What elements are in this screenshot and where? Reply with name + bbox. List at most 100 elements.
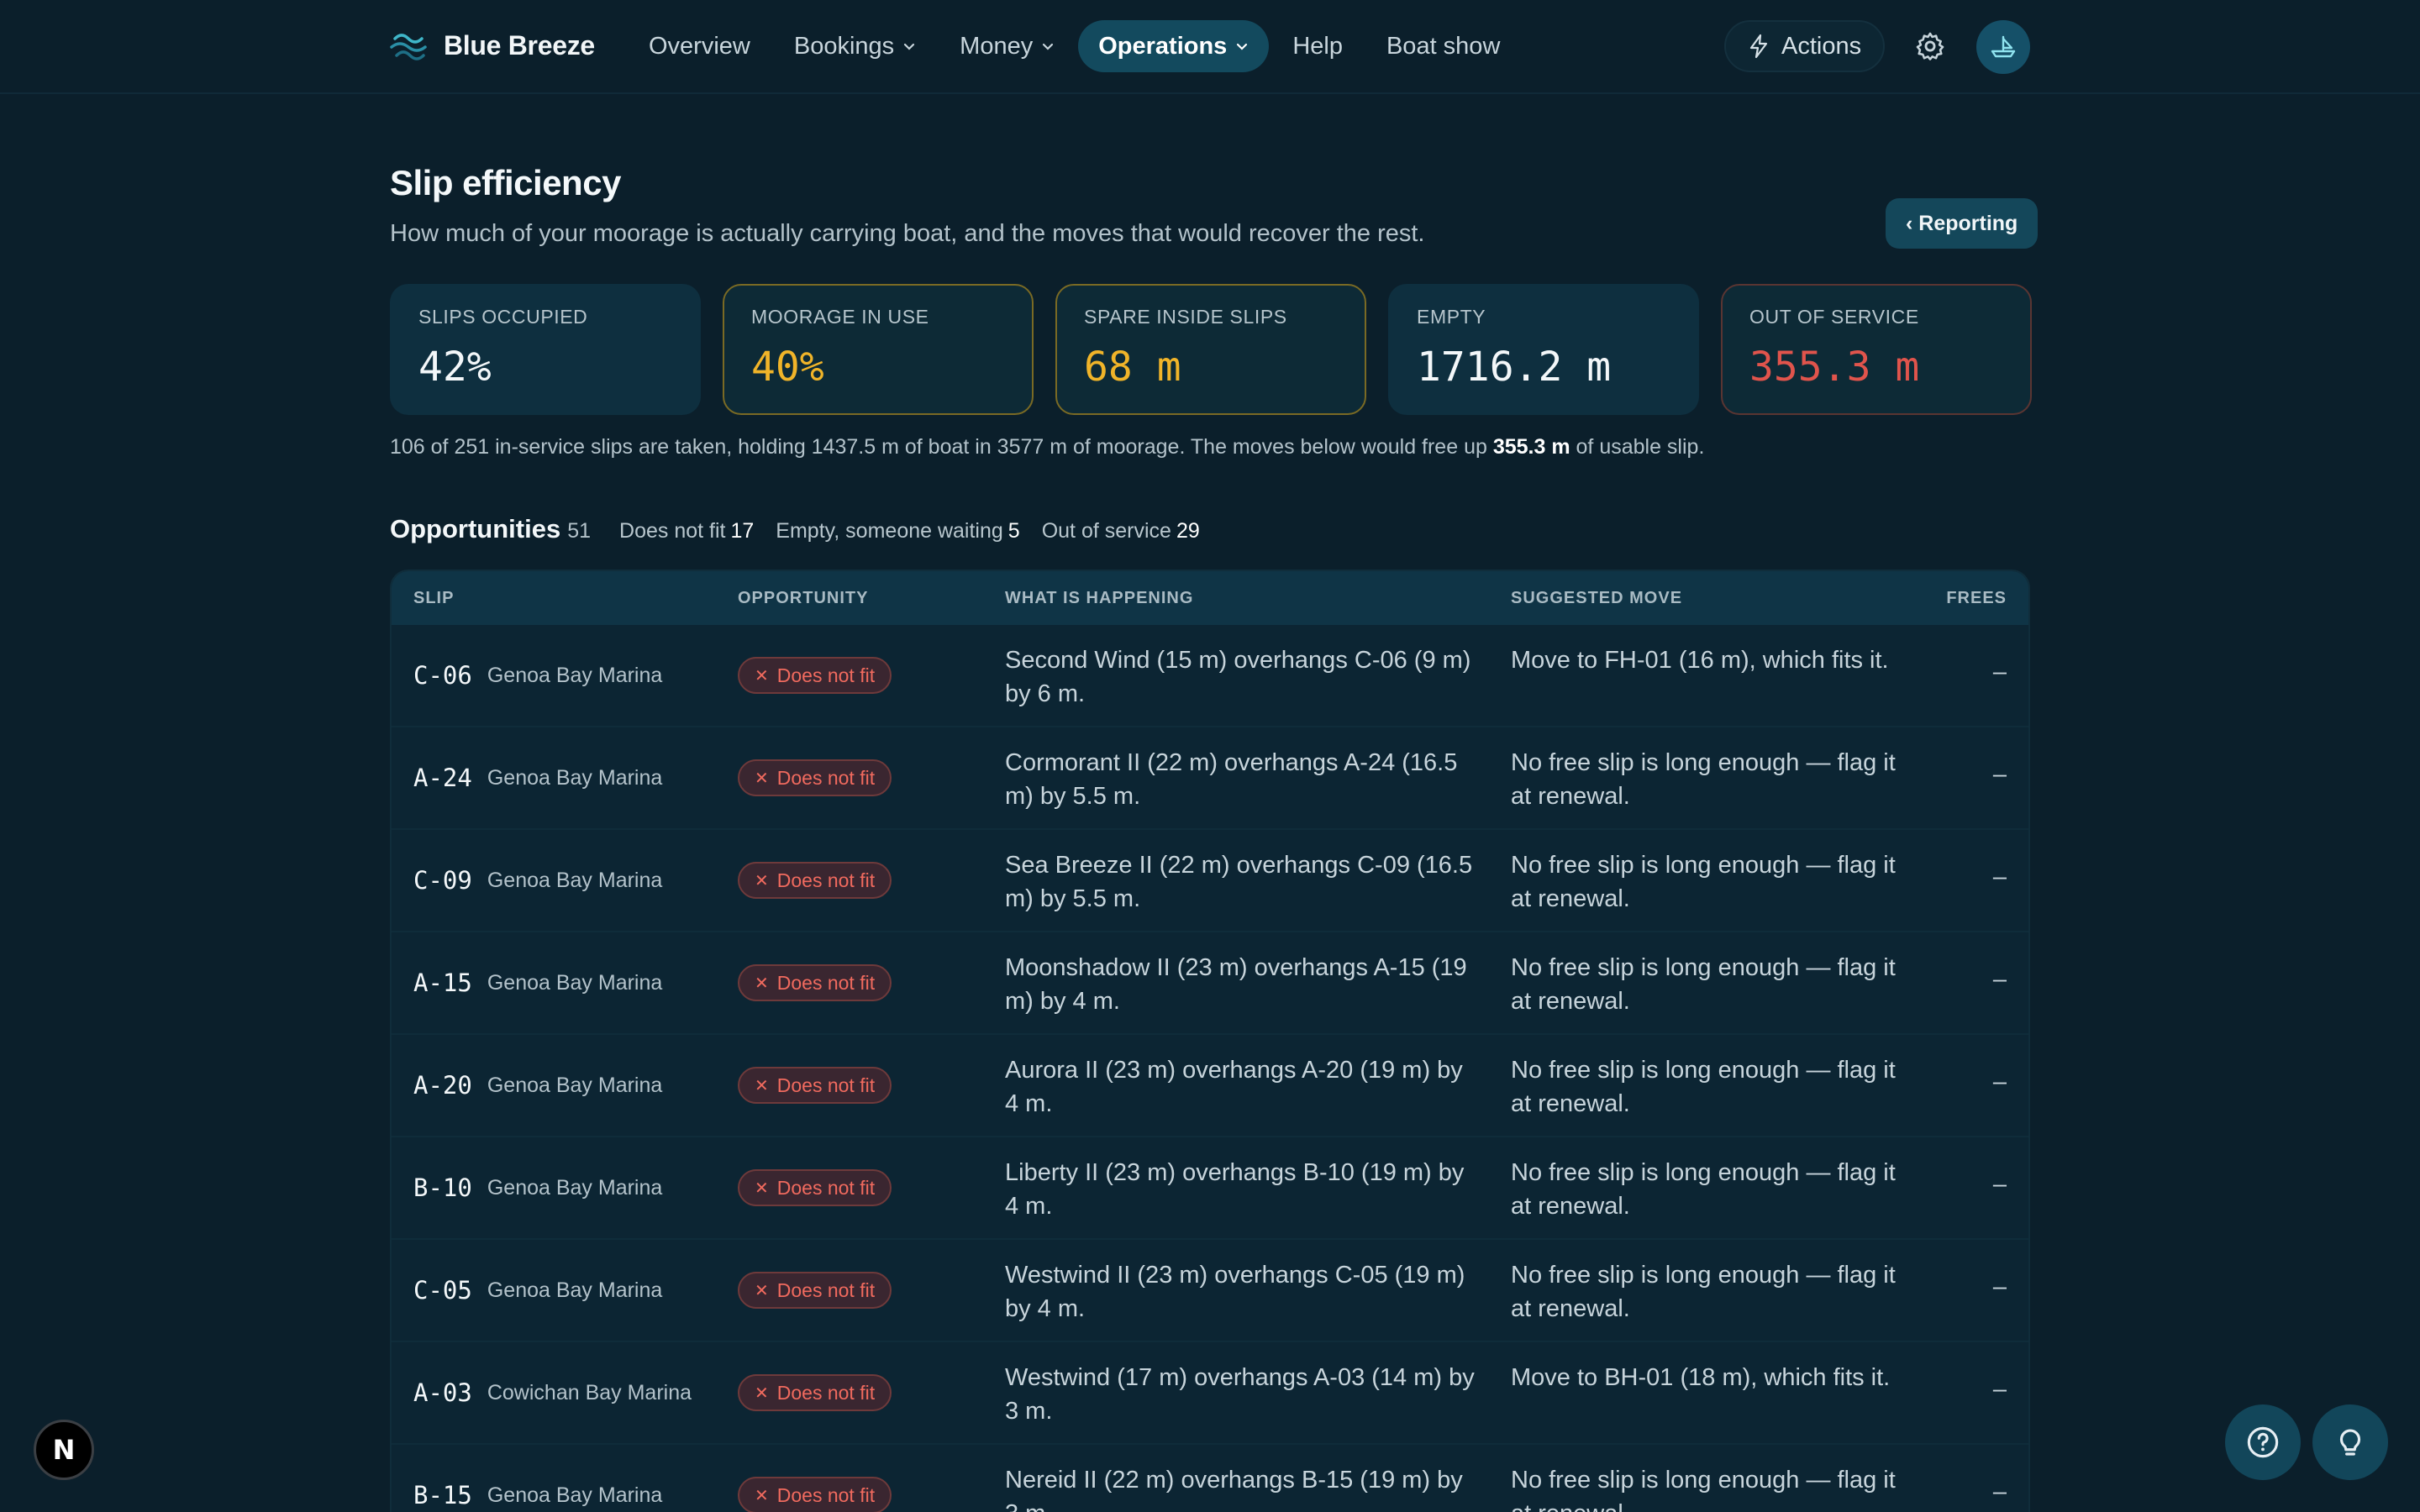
opportunity-badge: ✕ Does not fit [738, 657, 892, 694]
cell-what-is-happening: Second Wind (15 m) overhangs C-06 (9 m) … [1005, 647, 1471, 707]
stat-value: 68 m [1084, 344, 1181, 391]
table-row[interactable]: C-09 Genoa Bay Marina ✕ Does not fit Sea Bre… [392, 830, 2028, 932]
opportunities-title: Opportunities [390, 514, 561, 543]
table-body: C-06 Genoa Bay Marina ✕ Does not fit Second … [392, 625, 2028, 1512]
nav-bookings[interactable]: Bookings [774, 20, 936, 72]
help-circle-icon [2247, 1426, 2279, 1458]
slip-id[interactable]: A-24 [413, 764, 472, 792]
column-header-what[interactable]: What is happening [1005, 589, 1193, 608]
cell-suggested-move: No free slip is long enough — flag it at… [1511, 1467, 1896, 1512]
table-row[interactable]: A-15 Genoa Bay Marina ✕ Does not fit Moonsha… [392, 932, 2028, 1035]
cell-suggested-move: No free slip is long enough — flag it at… [1511, 954, 1896, 1015]
table-row[interactable]: C-06 Genoa Bay Marina ✕ Does not fit Second … [392, 625, 2028, 727]
page-title: Slip efficiency [390, 163, 621, 202]
nav-label: Boat show [1386, 32, 1501, 60]
badge-label: Does not fit [776, 869, 876, 891]
nav-label: Operations [1098, 32, 1228, 60]
avatar[interactable] [1976, 20, 2030, 74]
filter-does-not-fit[interactable]: Does not fit 17 [619, 519, 754, 543]
column-header-frees[interactable]: Frees [1946, 589, 2007, 608]
lightbulb-icon [2339, 1429, 2361, 1456]
cell-suggested-move: No free slip is long enough — flag it at… [1511, 1262, 1896, 1322]
table-row[interactable]: B-10 Genoa Bay Marina ✕ Does not fit Liberty… [392, 1137, 2028, 1240]
slip-id[interactable]: A-20 [413, 1071, 472, 1100]
tips-button[interactable] [2312, 1404, 2388, 1480]
column-header-slip[interactable]: Slip [413, 589, 454, 608]
marina-name: Genoa Bay Marina [487, 970, 663, 995]
cell-what-is-happening: Cormorant II (22 m) overhangs A-24 (16.5… [1005, 749, 1458, 810]
slip-id[interactable]: C-09 [413, 866, 472, 895]
stat-value: 355.3 m [1749, 344, 1920, 391]
brand[interactable]: Blue Breeze [390, 22, 595, 69]
stat-card-out-of-service: Out of service 355.3 m [1721, 284, 2032, 415]
settings-button[interactable] [1907, 24, 1953, 69]
x-icon: ✕ [755, 1179, 769, 1198]
dev-tools-badge[interactable]: N [34, 1420, 94, 1480]
cell-frees: – [1992, 966, 2007, 993]
slip-id[interactable]: C-06 [413, 661, 472, 690]
stat-value: 42% [418, 344, 492, 391]
slip-id[interactable]: A-03 [413, 1378, 472, 1407]
opportunity-badge: ✕ Does not fit [738, 1272, 892, 1309]
boat-icon [1991, 35, 2016, 58]
brand-name: Blue Breeze [444, 29, 595, 60]
slip-id[interactable]: B-10 [413, 1173, 472, 1202]
nav-label: Overview [649, 32, 750, 60]
cell-slip: B-10 Genoa Bay Marina [413, 1137, 662, 1238]
nav-help[interactable]: Help [1272, 20, 1363, 72]
back-to-reporting-button[interactable]: ‹ Reporting [1886, 198, 2039, 249]
column-header-move[interactable]: Suggested move [1511, 589, 1682, 608]
x-icon: ✕ [755, 1486, 769, 1505]
cell-frees: – [1992, 1478, 2007, 1505]
cell-frees: – [1992, 1273, 2007, 1300]
cell-slip: C-09 Genoa Bay Marina [413, 830, 662, 931]
chevron-down-icon [1043, 43, 1054, 50]
table-row[interactable]: A-24 Genoa Bay Marina ✕ Does not fit Cormora… [392, 727, 2028, 830]
opportunity-badge: ✕ Does not fit [738, 862, 892, 899]
nav-boat-show[interactable]: Boat show [1366, 20, 1520, 72]
stat-card-spare-inside-slips: Spare inside slips 68 m [1055, 284, 1366, 415]
table-row[interactable]: A-20 Genoa Bay Marina ✕ Does not fit Aurora … [392, 1035, 2028, 1137]
nav-money[interactable]: Money [939, 20, 1075, 72]
cell-slip: C-05 Genoa Bay Marina [413, 1240, 662, 1341]
table-row[interactable]: C-05 Genoa Bay Marina ✕ Does not fit Westwin… [392, 1240, 2028, 1342]
help-button[interactable] [2225, 1404, 2301, 1480]
cell-what-is-happening: Sea Breeze II (22 m) overhangs C-09 (16.… [1005, 852, 1473, 912]
stat-card-moorage-in-use: Moorage in use 40% [723, 284, 1034, 415]
nav-operations[interactable]: Operations [1078, 20, 1270, 72]
stat-label: Spare inside slips [1084, 306, 1287, 328]
slip-id[interactable]: B-15 [413, 1481, 472, 1509]
cell-suggested-move: Move to FH-01 (16 m), which fits it. [1511, 647, 1889, 674]
column-header-opportunity[interactable]: Opportunity [738, 589, 868, 608]
cell-what-is-happening: Aurora II (23 m) overhangs A-20 (19 m) b… [1005, 1057, 1463, 1117]
chevron-down-icon [1237, 43, 1248, 50]
filter-out-of-service[interactable]: Out of service 29 [1042, 519, 1200, 543]
slip-id[interactable]: C-05 [413, 1276, 472, 1305]
cell-opportunity: ✕ Does not fit [738, 1272, 892, 1309]
bolt-icon [1749, 34, 1768, 59]
filter-label: Empty, someone waiting [776, 519, 1003, 543]
actions-button[interactable]: Actions [1724, 20, 1886, 72]
nav-label: Help [1292, 32, 1343, 60]
cell-slip: A-20 Genoa Bay Marina [413, 1035, 662, 1136]
cell-slip: A-15 Genoa Bay Marina [413, 932, 662, 1033]
cell-frees: – [1992, 1376, 2007, 1403]
nav-overview[interactable]: Overview [629, 20, 771, 72]
cell-opportunity: ✕ Does not fit [738, 1477, 892, 1512]
marina-name: Genoa Bay Marina [487, 1278, 663, 1302]
table-row[interactable]: A-03 Cowichan Bay Marina ✕ Does not fit West… [392, 1342, 2028, 1445]
slip-id[interactable]: A-15 [413, 969, 472, 997]
dev-badge-letter: N [52, 1434, 76, 1466]
cell-what-is-happening: Liberty II (23 m) overhangs B-10 (19 m) … [1005, 1159, 1465, 1220]
badge-label: Does not fit [776, 1381, 876, 1404]
table-row[interactable]: B-15 Genoa Bay Marina ✕ Does not fit Nereid … [392, 1445, 2028, 1512]
nav-label: Money [960, 32, 1034, 60]
badge-label: Does not fit [776, 1278, 876, 1301]
x-icon: ✕ [755, 769, 769, 788]
filter-empty-someone-waiting[interactable]: Empty, someone waiting 5 [776, 519, 1019, 543]
filter-count: 5 [1007, 519, 1020, 543]
nav-label: Bookings [793, 32, 895, 60]
stat-label: Slips occupied [418, 306, 588, 328]
gear-icon [1916, 32, 1944, 60]
filter-label: Does not fit [619, 519, 726, 543]
